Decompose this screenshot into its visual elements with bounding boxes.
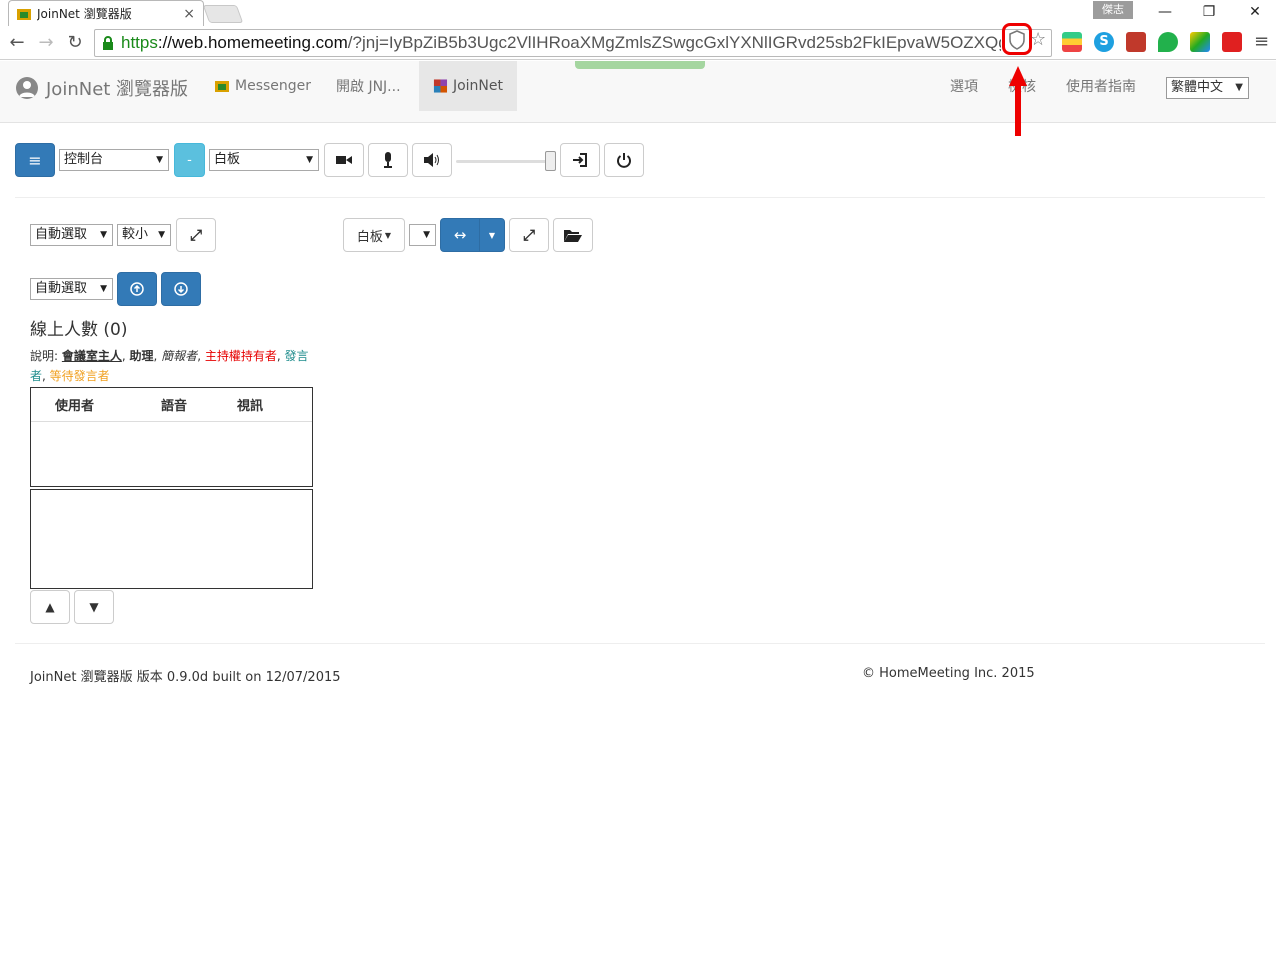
- legend-assistant: 助理: [129, 349, 154, 363]
- version-text: JoinNet 瀏覽器版 版本 0.9.0d built on 12/07/20…: [30, 670, 341, 685]
- page-select[interactable]: ▼: [409, 224, 436, 246]
- menu-toggle-button[interactable]: ≡: [15, 143, 55, 177]
- chevron-down-icon: ▼: [89, 600, 99, 614]
- star-icon[interactable]: ☆: [1030, 29, 1046, 50]
- new-tab-button[interactable]: [202, 5, 244, 23]
- lock-icon: [103, 36, 113, 50]
- browser-titlebar: JoinNet 瀏覽器版 × 傑志 — ❐ ✕: [0, 0, 1276, 26]
- caret-down-icon: ▼: [488, 230, 496, 240]
- back-icon[interactable]: ←: [5, 31, 29, 55]
- chat-box[interactable]: [30, 489, 313, 589]
- colorful-extension-icon[interactable]: [1190, 32, 1210, 52]
- messenger-icon: [215, 81, 229, 92]
- legend-waiting: 等待發言者: [49, 369, 110, 383]
- joinnet-favicon-icon: [17, 8, 31, 20]
- horizontal-arrows-icon: ↔: [453, 226, 467, 244]
- console-select[interactable]: 控制台 ▼: [59, 149, 169, 171]
- column-audio: 語音: [161, 399, 188, 414]
- whiteboard-dropdown-button[interactable]: 白板 ▼: [343, 218, 405, 252]
- fit-width-button[interactable]: ↔: [440, 218, 480, 252]
- reload-icon[interactable]: ↻: [63, 31, 87, 55]
- nav-messenger[interactable]: Messenger: [200, 61, 325, 111]
- audio-source-select[interactable]: 自動選取 ▼: [30, 278, 113, 300]
- video-source-select[interactable]: 自動選取 ▼: [30, 224, 113, 246]
- participants-table: 使用者 語音 視訊: [30, 387, 313, 487]
- red-extension-icon[interactable]: [1222, 32, 1242, 52]
- highlight-annotation: [1002, 23, 1032, 55]
- online-count-title: 線上人數 (0): [30, 320, 128, 340]
- volume-slider-track[interactable]: [456, 160, 552, 163]
- open-folder-button[interactable]: [553, 218, 593, 252]
- login-button[interactable]: [560, 143, 600, 177]
- address-bar[interactable]: https://web.homemeeting.com/?jnj=IyBpZiB…: [94, 29, 1052, 57]
- copyright-text: © HomeMeeting Inc. 2015: [862, 666, 1035, 681]
- folder-open-icon: [564, 230, 582, 242]
- column-user: 使用者: [55, 399, 95, 414]
- url-text: https://web.homemeeting.com/?jnj=IyBpZiB…: [121, 33, 1001, 52]
- red-arrow-annotation: [1009, 66, 1027, 136]
- power-icon: [617, 153, 631, 168]
- microphone-icon: [384, 152, 392, 168]
- nav-open-jnj[interactable]: 開啟 JNJ...: [322, 61, 415, 111]
- forward-icon[interactable]: →: [34, 31, 58, 55]
- scroll-down-button[interactable]: ▼: [74, 590, 114, 624]
- hamburger-icon: ≡: [28, 150, 42, 170]
- menu-icon[interactable]: ≡: [1254, 31, 1269, 52]
- minus-button[interactable]: -: [174, 143, 205, 177]
- power-button[interactable]: [604, 143, 644, 177]
- divider: [15, 197, 1265, 198]
- joinnet-icon: [433, 79, 448, 93]
- skype-icon[interactable]: S: [1094, 32, 1114, 52]
- expand-icon: ⤢: [522, 226, 535, 244]
- role-legend: 說明: 會議室主人, 助理, 簡報者, 主持權持有者, 發言者, 等待發言者: [30, 349, 309, 383]
- chevron-up-icon: ▲: [45, 600, 55, 614]
- browser-tab[interactable]: JoinNet 瀏覽器版 ×: [8, 0, 204, 26]
- sign-in-icon: [573, 153, 587, 167]
- tab-title: JoinNet 瀏覽器版: [37, 7, 132, 21]
- app-navbar: JoinNet 瀏覽器版 Messenger 開啟 JNJ... JoinNet…: [0, 61, 1276, 123]
- size-select[interactable]: 較小 ▼: [117, 224, 171, 246]
- table-header: 使用者 語音 視訊: [31, 388, 312, 422]
- footer-divider: [15, 643, 1265, 644]
- camera-icon: [336, 156, 352, 164]
- legend-reporter: 簡報者: [161, 349, 198, 363]
- minimize-button[interactable]: —: [1150, 2, 1180, 22]
- expand-board-button[interactable]: ⤢: [509, 218, 549, 252]
- microphone-button[interactable]: [368, 143, 408, 177]
- expand-video-button[interactable]: ⤢: [176, 218, 216, 252]
- video-button[interactable]: [324, 143, 364, 177]
- brand[interactable]: JoinNet 瀏覽器版: [16, 75, 188, 101]
- download-button[interactable]: [161, 272, 201, 306]
- legend-owner: 會議室主人: [61, 349, 122, 363]
- chat-extension-icon[interactable]: [1158, 32, 1178, 52]
- expand-icon: ⤢: [189, 226, 202, 244]
- nav-user-guide[interactable]: 使用者指南: [1052, 61, 1150, 111]
- bookmark-extension-icon[interactable]: [1126, 32, 1146, 52]
- profile-chip[interactable]: 傑志: [1093, 1, 1133, 19]
- brand-title: JoinNet 瀏覽器版: [46, 79, 189, 100]
- tab-close-icon[interactable]: ×: [183, 6, 195, 22]
- restore-button[interactable]: ❐: [1194, 2, 1224, 22]
- nav-joinnet[interactable]: JoinNet: [419, 61, 517, 111]
- language-select[interactable]: 繁體中文 ▼: [1166, 77, 1249, 99]
- volume-button[interactable]: [412, 143, 452, 177]
- user-icon: [16, 77, 38, 99]
- scroll-up-button[interactable]: ▲: [30, 590, 70, 624]
- nav-options[interactable]: 選項: [936, 61, 992, 111]
- arrow-down-circle-icon: [174, 282, 188, 296]
- upload-button[interactable]: [117, 272, 157, 306]
- legend-host: 主持權持有者: [204, 349, 277, 363]
- volume-slider-thumb[interactable]: [545, 151, 556, 171]
- column-video: 視訊: [237, 399, 264, 414]
- extension-icon[interactable]: [1062, 32, 1082, 52]
- board-select[interactable]: 白板 ▼: [209, 149, 319, 171]
- arrow-up-circle-icon: [130, 282, 144, 296]
- close-window-button[interactable]: ✕: [1240, 2, 1270, 22]
- notification-strip: [575, 61, 705, 69]
- volume-icon: [424, 153, 439, 167]
- browser-toolbar: ← → ↻ https://web.homemeeting.com/?jnj=I…: [0, 23, 1276, 60]
- fit-options-dropdown[interactable]: ▼: [479, 218, 505, 252]
